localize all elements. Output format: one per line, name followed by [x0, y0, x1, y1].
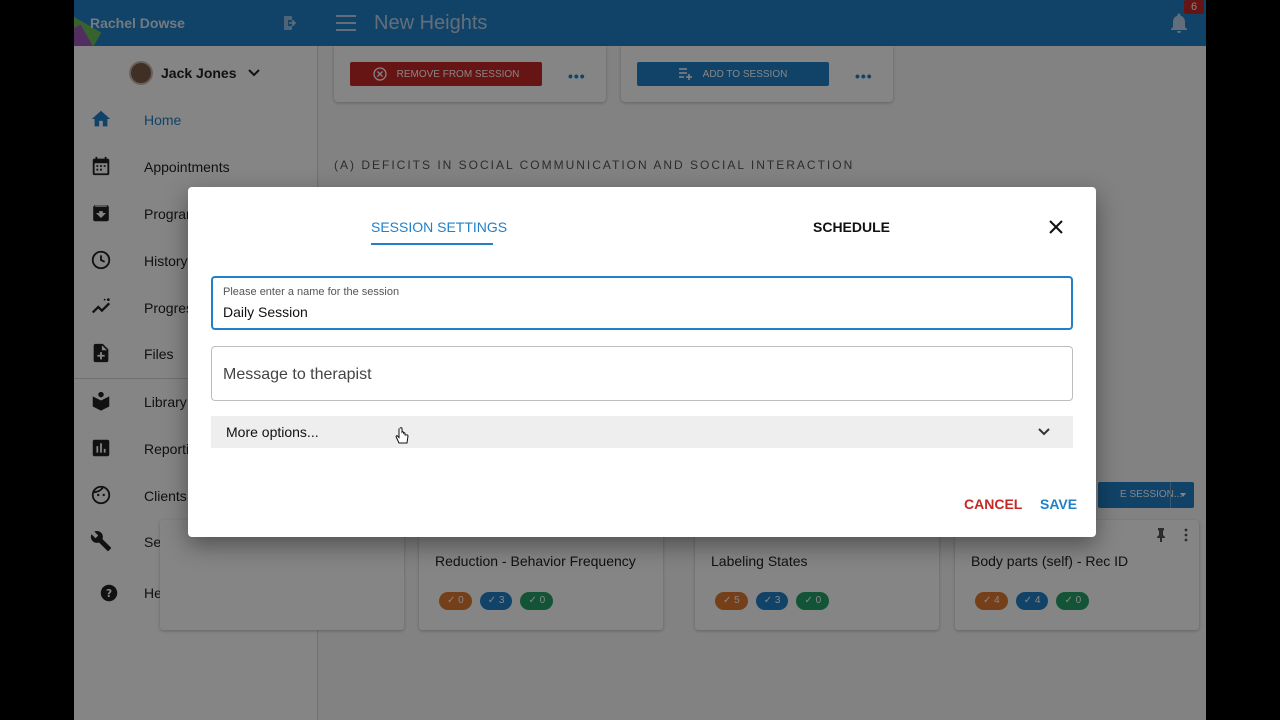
save-button[interactable]: SAVE — [1040, 496, 1077, 512]
hand-cursor-icon — [395, 427, 409, 444]
session-name-field[interactable]: Please enter a name for the session Dail… — [211, 276, 1073, 330]
cancel-button[interactable]: CANCEL — [964, 496, 1022, 512]
more-options-expander[interactable]: More options... — [211, 416, 1073, 448]
more-options-label: More options... — [226, 424, 319, 440]
active-tab-indicator — [371, 243, 493, 245]
app-window: Rachel Dowse Jack Jones Home Appointment… — [74, 0, 1206, 720]
session-name-label: Please enter a name for the session — [223, 286, 400, 298]
tab-schedule[interactable]: SCHEDULE — [813, 219, 890, 235]
tab-session-settings[interactable]: SESSION SETTINGS — [371, 219, 507, 235]
close-icon[interactable] — [1048, 219, 1064, 235]
session-name-value[interactable]: Daily Session — [223, 304, 308, 320]
message-to-therapist-field[interactable]: Message to therapist — [211, 346, 1073, 401]
message-placeholder: Message to therapist — [223, 366, 372, 383]
chevron-down-icon — [1038, 428, 1050, 436]
session-dialog: SESSION SETTINGS SCHEDULE Please enter a… — [188, 187, 1096, 537]
